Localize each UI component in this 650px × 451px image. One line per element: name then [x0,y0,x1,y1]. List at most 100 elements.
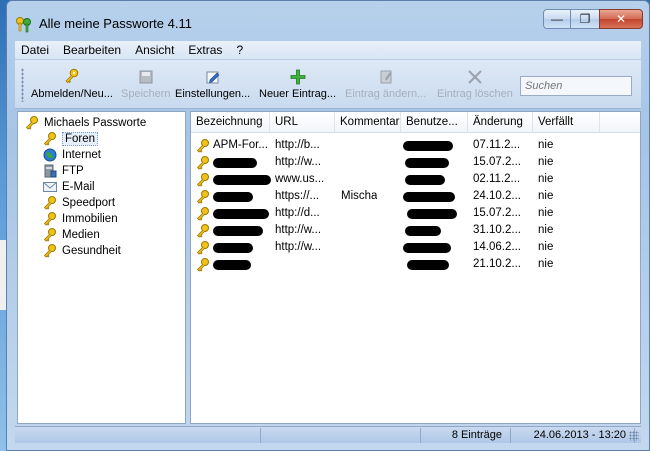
redaction-mark [403,192,455,202]
column-header-name[interactable]: Bezeichnung [191,112,270,133]
key-icon [43,244,56,258]
redaction-mark [213,209,269,219]
tree-item-speedport[interactable]: Speedport [42,195,115,211]
menu-bearbeiten[interactable]: Bearbeiten [63,43,121,57]
tree-root-label: Michaels Passworte [44,117,147,129]
tree-item-email[interactable]: E-Mail [42,179,95,195]
delete-entry-button[interactable]: Eintrag löschen [437,68,513,106]
column-header-changed[interactable]: Änderung [468,112,533,133]
cell-expires: nie [538,156,554,168]
tree-item-label: E-Mail [62,181,95,193]
save-label: Speichern [121,88,171,100]
menu-extras[interactable]: Extras [188,43,222,57]
menu-help[interactable]: ? [236,43,243,57]
settings-label: Einstellungen... [175,88,251,100]
restore-button[interactable]: ❐ [570,9,600,29]
close-button[interactable]: ✕ [599,9,643,29]
key-icon [196,258,209,272]
window-title: Alle meine Passworte 4.11 [39,16,192,31]
mail-icon [43,182,57,192]
cell-url: http://d... [275,207,320,219]
cell-url: http://w... [275,241,322,253]
key-icon [43,212,56,226]
key-icon [196,190,209,204]
tree-item-immobilien[interactable]: Immobilien [42,211,118,227]
key-icon [196,173,209,187]
key-icon [25,116,38,130]
app-window: Alle meine Passworte 4.11 — ❐ ✕ Datei Be… [6,0,650,451]
table-row[interactable]: https://... Mischa 24.10.2... nie [191,188,640,205]
menu-datei[interactable]: Datei [21,43,49,57]
new-entry-label: Neuer Eintrag... [259,88,337,100]
cell-url: www.us... [275,173,325,185]
settings-button[interactable]: Einstellungen... [175,68,250,106]
redaction-mark [403,141,453,151]
status-datetime: 24.06.2013 - 13:20 [511,428,635,443]
redaction-mark [213,158,257,168]
menu-bar: Datei Bearbeiten Ansicht Extras ? [15,41,641,59]
column-header-url[interactable]: URL [270,112,335,133]
tree-root[interactable]: Michaels Passworte [24,115,146,131]
cell-changed: 02.11.2... [473,173,521,185]
key-icon [196,156,209,170]
table-row[interactable]: http://w... 14.06.2... nie [191,239,640,256]
cell-expires: nie [538,207,554,219]
tree-item-label: Internet [62,149,101,161]
edit-entry-button[interactable]: Eintrag ändern... [345,68,426,106]
cell-url: http://w... [275,224,322,236]
column-header-user[interactable]: Benutze... [401,112,468,133]
globe-icon [43,148,57,162]
logout-button[interactable]: Abmelden/Neu... [31,68,113,106]
edit-document-icon [380,70,392,84]
menu-ansicht[interactable]: Ansicht [135,43,174,57]
logout-label: Abmelden/Neu... [31,88,113,100]
redaction-mark [403,243,451,253]
disk-icon [139,70,153,84]
cell-comment: Mischa [341,190,378,202]
entries-list[interactable]: Bezeichnung URL Kommentar Benutze... Änd… [190,111,641,424]
key-icon [196,207,209,221]
table-row[interactable]: APM-For... http://b... 07.11.2... nie [191,137,640,154]
folder-tree[interactable]: Michaels Passworte Foren Internet FTP E-… [17,111,186,424]
cell-changed: 15.07.2... [473,207,521,219]
table-row[interactable]: http://w... 31.10.2... nie [191,222,640,239]
table-row[interactable]: 21.10.2... nie [191,256,640,273]
cell-changed: 14.06.2... [473,241,521,253]
tree-item-gesundheit[interactable]: Gesundheit [42,243,121,259]
redaction-mark [213,192,253,202]
status-panel-empty-2 [261,428,421,443]
save-button[interactable]: Speichern [121,68,171,106]
key-icon [43,196,56,210]
key-icon [65,68,79,84]
tree-item-medien[interactable]: Medien [42,227,100,243]
edit-entry-label: Eintrag ändern... [345,88,427,100]
column-header-expires[interactable]: Verfällt [533,112,600,133]
table-row[interactable]: http://w... 15.07.2... nie [191,154,640,171]
resize-grip[interactable] [629,431,639,441]
title-bar[interactable]: Alle meine Passworte 4.11 — ❐ ✕ [7,1,649,39]
redaction-mark [213,243,253,253]
table-row[interactable]: www.us... 02.11.2... nie [191,171,640,188]
tree-item-label: Gesundheit [62,245,121,257]
cell-changed: 24.10.2... [473,190,521,202]
cell-expires: nie [538,173,554,185]
tree-item-foren[interactable]: Foren [42,131,99,147]
delete-entry-label: Eintrag löschen [437,88,513,100]
table-row[interactable]: http://d... 15.07.2... nie [191,205,640,222]
app-keys-icon [16,17,31,33]
tree-item-internet[interactable]: Internet [42,147,101,163]
tree-item-label: Foren [62,132,99,146]
tree-item-ftp[interactable]: FTP [42,163,84,179]
tree-item-label: Medien [62,229,100,241]
column-header-comment[interactable]: Kommentar [335,112,401,133]
new-entry-button[interactable]: Neuer Eintrag... [259,68,336,106]
minimize-button[interactable]: — [543,9,571,29]
key-icon [43,132,56,146]
tree-item-label: Immobilien [62,213,118,225]
redaction-mark [407,260,449,270]
toolbar-grip[interactable] [21,68,24,102]
search-input[interactable] [520,76,632,96]
key-icon [196,241,209,255]
cell-expires: nie [538,241,554,253]
cell-changed: 21.10.2... [473,258,521,270]
